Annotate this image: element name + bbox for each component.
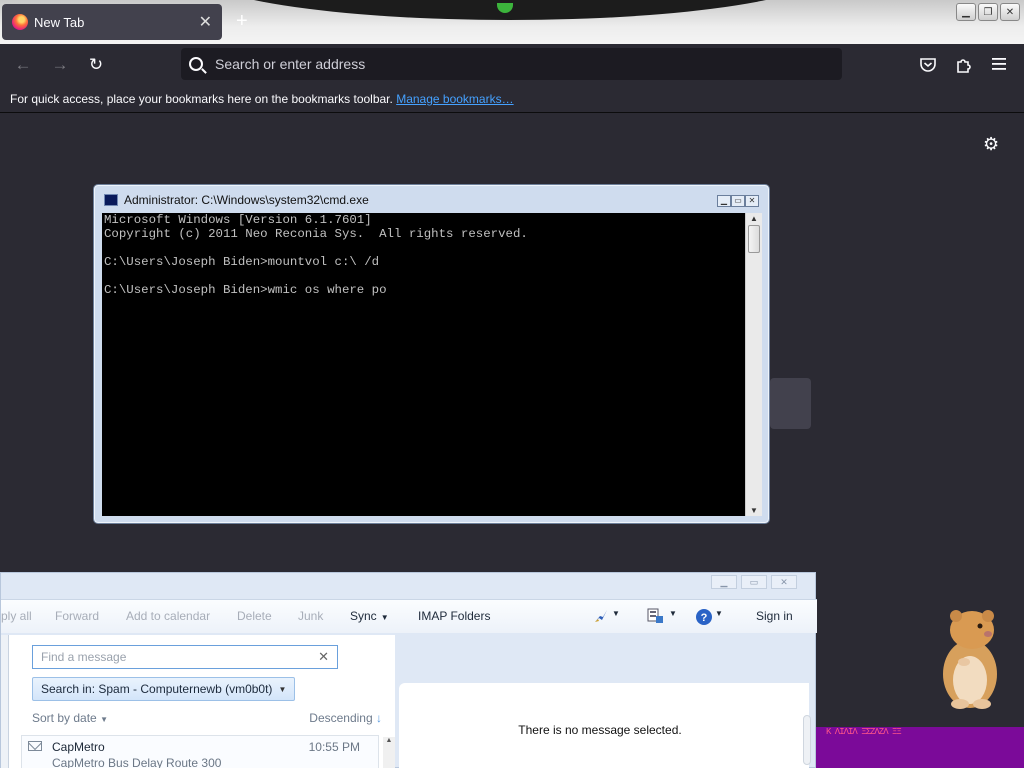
delete-button[interactable]: Delete [237,609,272,623]
imap-folders-button[interactable]: IMAP Folders [418,609,490,623]
forward-button[interactable]: Forward [55,609,99,623]
new-tab-button[interactable]: + [236,10,248,33]
help-icon[interactable]: ? [695,608,713,626]
close-tab-icon[interactable]: ✕ [199,12,212,32]
mail-minimize-button[interactable]: ▁ [711,575,737,589]
forward-button[interactable]: → [47,52,73,78]
menu-icon[interactable] [991,57,1007,71]
url-bar[interactable] [181,48,842,80]
overlay-bar: K ΛIΛIΛ ΞΣΖΛΖΛ ΞΞ [816,727,1024,768]
svg-text:?: ? [701,612,708,624]
url-input[interactable] [215,56,815,72]
mail-window[interactable]: ▁ ▭ ✕ ply all Forward Add to calendar De… [0,572,817,768]
tab-strip: New Tab ✕ + ▁ ❐ ✕ [0,0,1024,44]
console-line: Microsoft Windows [Version 6.1.7601] [104,213,372,227]
pocket-icon[interactable] [919,56,937,74]
manage-bookmarks-link[interactable]: Manage bookmarks… [396,92,513,106]
navigation-toolbar: ← → ↻ [0,44,1024,86]
theme-gem [497,3,513,13]
mail-close-button[interactable]: ✕ [771,575,797,589]
chevron-down-icon[interactable]: ▼ [715,609,723,618]
sort-order-label: Descending [309,711,373,725]
clear-search-icon[interactable]: ✕ [318,649,329,665]
tab-new-tab[interactable]: New Tab ✕ [2,4,222,40]
folder-pane-edge [1,635,9,768]
scroll-thumb[interactable] [748,225,760,253]
mail-toolbar: ply all Forward Add to calendar Delete J… [1,599,817,633]
close-window-button[interactable]: ✕ [1000,3,1020,21]
cmd-window[interactable]: Administrator: C:\Windows\system32\cmd.e… [93,184,770,524]
find-message-box[interactable]: ✕ [32,645,338,669]
add-to-calendar-button[interactable]: Add to calendar [126,609,210,623]
paintbrush-icon[interactable] [593,608,609,624]
reply-all-button[interactable]: ply all [1,609,32,623]
chevron-down-icon: ▼ [278,684,287,694]
find-message-input[interactable] [41,650,319,664]
console-line: C:\Users\Joseph Biden>mountvol c:\ /d [104,255,380,269]
reading-pane: There is no message selected. [399,683,809,768]
sign-in-button[interactable]: Sign in [756,609,793,623]
window-controls: ▁ ❐ ✕ [956,3,1020,21]
reload-button[interactable]: ↻ [83,52,109,78]
tab-title: New Tab [34,14,85,30]
cmd-titlebar[interactable]: Administrator: C:\Windows\system32\cmd.e… [94,185,769,215]
console-scrollbar[interactable]: ▲ ▼ [745,213,762,516]
search-scope-dropdown[interactable]: Search in: Spam - Computernewb (vm0b0t) … [32,677,296,701]
cmd-title: Administrator: C:\Windows\system32\cmd.e… [124,193,369,207]
theme-decoration [190,0,830,20]
cmd-minimize-button[interactable]: ▁ [717,195,731,207]
list-item[interactable]: CapMetro 10:55 PM CapMetro Bus Delay Rou… [21,735,379,768]
sort-row: Sort by date ▼ Descending ↓ [32,711,382,725]
junk-button[interactable]: Junk [298,609,323,623]
search-icon [189,57,203,71]
back-button[interactable]: ← [10,52,36,78]
chevron-down-icon: ▼ [100,715,108,724]
message-list-scrollbar[interactable]: ▲ [383,737,395,768]
restore-button[interactable]: ❐ [978,3,998,21]
message-sender: CapMetro [52,740,105,754]
minimize-button[interactable]: ▁ [956,3,976,21]
chevron-down-icon[interactable]: ▼ [669,609,677,618]
message-time: 10:55 PM [308,740,360,754]
search-scope-label: Search in: Spam - Computernewb (vm0b0t) [41,682,273,696]
console-line [102,241,762,255]
scroll-up-icon[interactable]: ▲ [750,214,758,223]
layout-icon[interactable] [647,608,665,624]
sync-label: Sync [350,609,377,623]
background-panel [770,378,811,429]
gear-icon[interactable]: ⚙ [983,134,999,155]
chevron-down-icon[interactable]: ▼ [612,609,620,618]
message-subject: CapMetro Bus Delay Route 300 [52,756,222,768]
console-area[interactable]: Microsoft Windows [Version 6.1.7601] Cop… [102,213,762,516]
scroll-up-icon[interactable]: ▲ [383,737,395,744]
sort-by-dropdown[interactable]: Sort by date ▼ [32,711,108,725]
chevron-down-icon: ▼ [380,613,389,622]
bookmarks-toolbar: For quick access, place your bookmarks h… [0,86,1024,113]
cmd-maximize-button[interactable]: ▭ [731,195,745,207]
sync-button[interactable]: Sync ▼ [350,609,389,623]
message-list-pane: ✕ Search in: Spam - Computernewb (vm0b0t… [9,635,395,768]
firefox-icon [12,14,28,30]
no-selection-message: There is no message selected. [518,723,682,737]
console-line: C:\Users\Joseph Biden>wmic os where po [104,283,387,297]
console-line [102,269,762,283]
cmd-close-button[interactable]: ✕ [745,195,759,207]
reading-pane-scrollbar[interactable] [803,715,811,765]
cmd-window-controls: ▁ ▭ ✕ [717,195,759,207]
arrow-down-icon: ↓ [376,711,382,725]
scroll-down-icon[interactable]: ▼ [750,506,758,515]
overlay-text: K ΛIΛIΛ ΞΣΖΛΖΛ ΞΞ [826,727,902,737]
console-icon [104,194,118,206]
console-line: Copyright (c) 2011 Neo Reconia Sys. All … [104,227,528,241]
envelope-icon [28,741,42,751]
sort-by-label: Sort by date [32,711,97,725]
bookmarks-hint: For quick access, place your bookmarks h… [10,92,393,106]
mail-maximize-button[interactable]: ▭ [741,575,767,589]
hamster-image [943,610,997,709]
mail-window-controls: ▁ ▭ ✕ [711,575,797,589]
sort-order-button[interactable]: Descending ↓ [309,711,382,725]
extensions-icon[interactable] [955,56,973,74]
